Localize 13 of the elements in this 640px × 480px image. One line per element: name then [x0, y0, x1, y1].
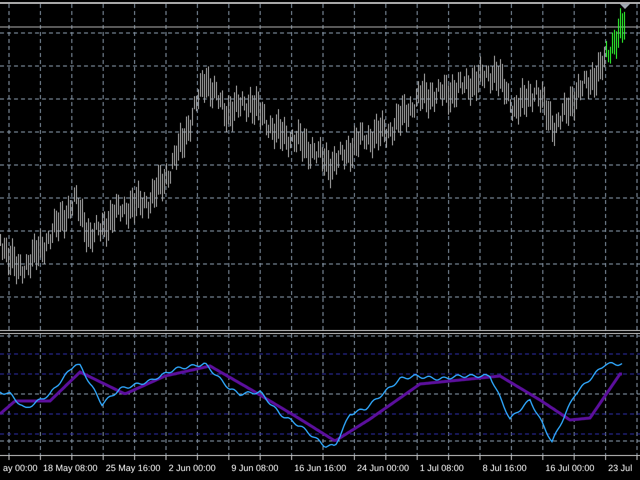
- rising-bars-drawing: [606, 8, 625, 64]
- time-label: 24 Jun 00:00: [356, 463, 410, 473]
- time-label: 9 Jun 08:00: [230, 463, 280, 473]
- scroll-marker-icon[interactable]: [620, 4, 630, 9]
- time-label: 2 Jun 00:00: [168, 463, 217, 473]
- time-label: 1 Jul 08:00: [418, 463, 465, 473]
- time-label: 23 Jul: [607, 463, 634, 473]
- time-label: 16 Jul 00:00: [544, 463, 596, 473]
- time-label: 18 May 08:00: [42, 463, 99, 473]
- time-label: 8 Jul 16:00: [482, 463, 528, 473]
- time-label: 25 May 16:00: [104, 463, 162, 473]
- time-label: ay 00:00: [2, 463, 39, 473]
- time-label: 16 Jun 16:00: [293, 463, 348, 473]
